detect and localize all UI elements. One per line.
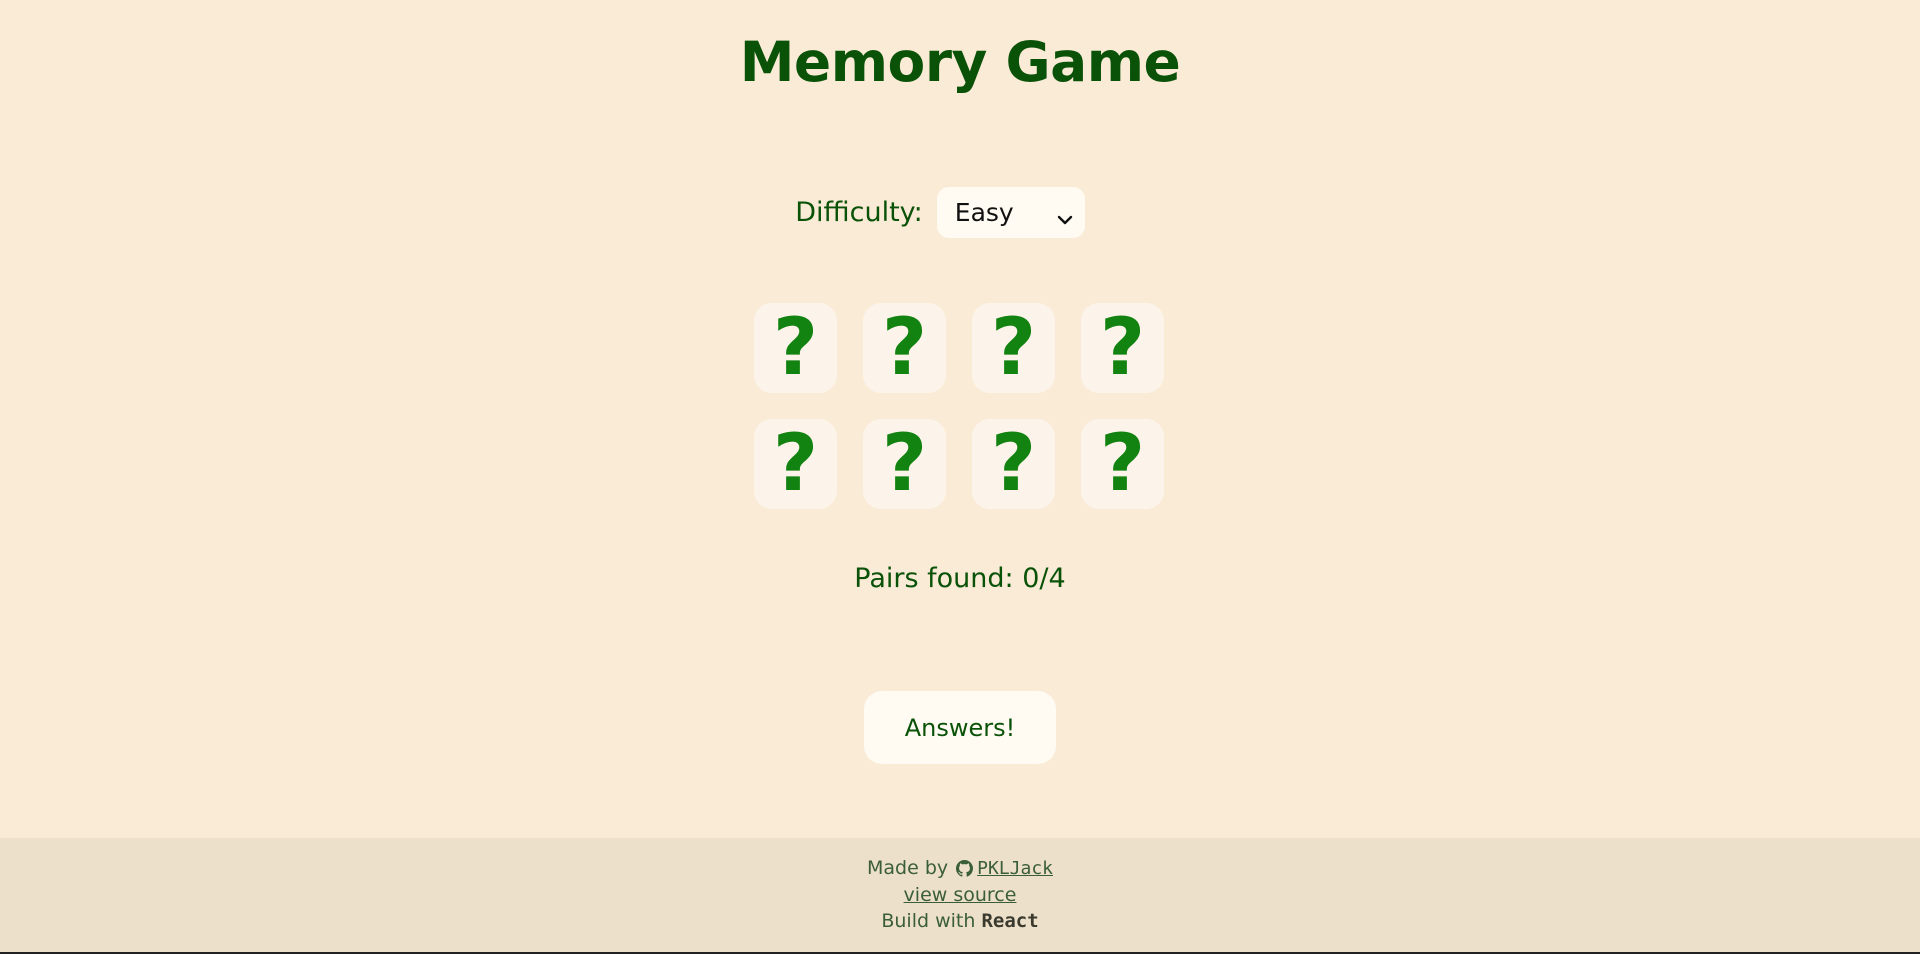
memory-card[interactable]: ? xyxy=(1081,419,1164,509)
difficulty-label: Difficulty: xyxy=(795,197,923,228)
memory-card[interactable]: ? xyxy=(863,303,946,393)
made-by-label: Made by xyxy=(867,857,949,879)
memory-card[interactable]: ? xyxy=(754,419,837,509)
card-grid: ? ? ? ? ? ? ? ? xyxy=(754,303,1164,509)
build-with-line: Build with React xyxy=(0,910,1920,932)
memory-card[interactable]: ? xyxy=(754,303,837,393)
chevron-down-icon xyxy=(1057,205,1073,224)
answers-button[interactable]: Answers! xyxy=(864,691,1056,764)
github-icon xyxy=(956,859,974,877)
main-area: Memory Game Difficulty: Easy ? ? ? ? ? ?… xyxy=(0,0,1920,838)
pairs-found-status: Pairs found: 0/4 xyxy=(854,563,1066,594)
footer: Made by PKLJack view source Build with R… xyxy=(0,838,1920,954)
view-source-line: view source xyxy=(0,884,1920,906)
memory-card[interactable]: ? xyxy=(972,419,1055,509)
page-title: Memory Game xyxy=(739,30,1181,94)
memory-card[interactable]: ? xyxy=(1081,303,1164,393)
build-with-label: Build with xyxy=(881,910,976,932)
made-by-line: Made by PKLJack xyxy=(0,857,1920,879)
author-link[interactable]: PKLJack xyxy=(977,858,1053,879)
difficulty-select[interactable]: Easy xyxy=(936,187,1085,238)
difficulty-row: Difficulty: Easy xyxy=(0,187,1920,238)
view-source-link[interactable]: view source xyxy=(904,884,1017,906)
react-label: React xyxy=(981,910,1039,932)
memory-card[interactable]: ? xyxy=(972,303,1055,393)
difficulty-selected-value: Easy xyxy=(954,198,1014,227)
memory-card[interactable]: ? xyxy=(863,419,946,509)
